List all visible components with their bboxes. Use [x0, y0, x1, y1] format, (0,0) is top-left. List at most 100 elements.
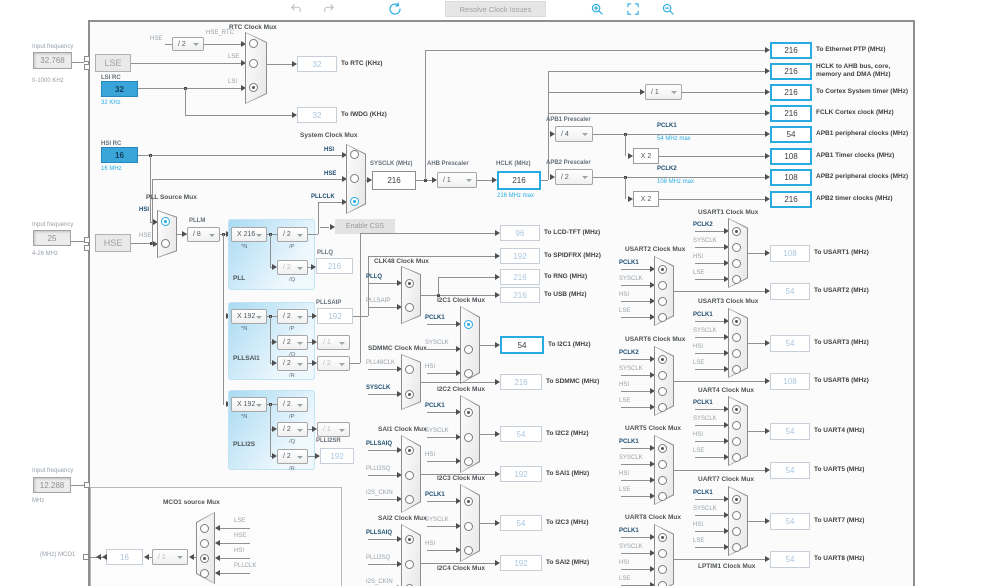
pllsai-n-multiplier-dropdown[interactable]: X 192: [231, 309, 267, 324]
i2s-input-frequency-field[interactable]: 12.288: [33, 477, 71, 493]
usart2-radio-lse[interactable]: [658, 313, 667, 322]
lse-input-frequency-field[interactable]: 32.768: [33, 52, 72, 69]
uart4-radio-lse[interactable]: [732, 453, 741, 462]
plli2s-p-divider-dropdown[interactable]: / 2: [277, 397, 308, 412]
pll-source-radio-hse[interactable]: [161, 239, 170, 248]
uart5-radio-hsi[interactable]: [658, 476, 667, 485]
usart6-radio-pclk2[interactable]: [658, 355, 667, 364]
uart7-radio-lse[interactable]: [732, 543, 741, 552]
pll-source-radio-hsi[interactable]: [161, 217, 170, 226]
i2c3-radio-hsi[interactable]: [464, 546, 473, 555]
pllsai-q-divider-dropdown[interactable]: / 2: [277, 335, 308, 350]
system-radio-hsi[interactable]: [350, 150, 359, 159]
i2c1-radio-hsi[interactable]: [464, 369, 473, 378]
uart5-radio-pclk1[interactable]: [658, 444, 667, 453]
sai2-radio-pllsaiq[interactable]: [405, 535, 414, 544]
undo-icon[interactable]: [289, 3, 303, 15]
uart8-radio-hsi[interactable]: [658, 565, 667, 574]
fit-screen-icon[interactable]: [627, 3, 640, 16]
pll-n-multiplier-dropdown[interactable]: X 216: [231, 227, 267, 242]
uart8-radio-sysclk[interactable]: [658, 549, 667, 558]
i2c2-radio-pclk1[interactable]: [464, 408, 473, 417]
pllsai-r2-divider-dropdown[interactable]: / 2: [317, 356, 350, 371]
output-value-box[interactable]: 216: [770, 42, 812, 59]
i2c2-radio-sysclk[interactable]: [464, 433, 473, 442]
system-radio-pllclk[interactable]: [350, 197, 359, 206]
output-value-box[interactable]: 216: [770, 84, 812, 101]
usart1-radio-pclk2[interactable]: [732, 227, 741, 236]
usart3-radio-pclk1[interactable]: [732, 317, 741, 326]
plli2s-q2-divider-dropdown[interactable]: / 1: [317, 422, 350, 437]
output-value-box[interactable]: 216: [770, 105, 812, 122]
pll-p-divider-dropdown[interactable]: / 2: [277, 227, 308, 242]
usart3-radio-lse[interactable]: [732, 365, 741, 374]
refresh-icon[interactable]: [388, 2, 402, 16]
rtc-mux-radio-hse[interactable]: [249, 39, 258, 48]
usart6-radio-hsi[interactable]: [658, 387, 667, 396]
mco1-radio-hse[interactable]: [200, 539, 209, 548]
usart6-radio-lse[interactable]: [658, 403, 667, 412]
usart2-radio-pclk1[interactable]: [658, 265, 667, 274]
pll-q-divider-dropdown[interactable]: / 2: [277, 260, 308, 275]
hse-input-frequency-field[interactable]: 25: [33, 230, 71, 246]
i2c3-radio-sysclk[interactable]: [464, 522, 473, 531]
output-value-box[interactable]: 216: [770, 191, 812, 208]
sysclk-value-box[interactable]: 216: [372, 171, 416, 190]
ahb-prescaler-dropdown[interactable]: / 1: [437, 172, 477, 188]
usart1-radio-lse[interactable]: [732, 275, 741, 284]
uart4-radio-pclk1[interactable]: [732, 405, 741, 414]
uart8-radio-lse[interactable]: [658, 581, 667, 586]
usart1-radio-sysclk[interactable]: [732, 243, 741, 252]
pllsai-r-divider-dropdown[interactable]: / 2: [277, 356, 308, 371]
output-value-box[interactable]: 54: [770, 126, 812, 143]
uart5-radio-lse[interactable]: [658, 492, 667, 501]
usart1-radio-hsi[interactable]: [732, 259, 741, 268]
sai2-radio-plli2sq[interactable]: [405, 560, 414, 569]
pllsai-q2-divider-dropdown[interactable]: / 1: [317, 335, 350, 350]
resolve-clock-issues-button[interactable]: Resolve Clock Issues: [445, 1, 546, 17]
zoom-in-icon[interactable]: [591, 3, 604, 16]
rtc-mux-radio-lsi[interactable]: [249, 83, 258, 92]
output-value-box[interactable]: 108: [770, 148, 812, 165]
apb2-prescaler-dropdown[interactable]: / 2: [555, 169, 593, 185]
sdmmc-radio-sysclk[interactable]: [405, 390, 414, 399]
output-value-box[interactable]: 216: [770, 63, 812, 80]
apb1-prescaler-dropdown[interactable]: / 4: [555, 126, 593, 142]
clk48-radio-pllsaip[interactable]: [405, 303, 414, 312]
plli2s-q-divider-dropdown[interactable]: / 2: [277, 422, 308, 437]
clk48-radio-pllq[interactable]: [405, 279, 414, 288]
output-value-box[interactable]: 108: [770, 169, 812, 186]
uart7-radio-pclk1[interactable]: [732, 495, 741, 504]
redo-icon[interactable]: [322, 3, 336, 15]
plli2s-n-multiplier-dropdown[interactable]: X 192: [231, 397, 267, 412]
rtc-hse-divider-dropdown[interactable]: / 2: [172, 37, 204, 51]
mco1-radio-hsi[interactable]: [200, 554, 209, 563]
sai1-radio-pllsaiq[interactable]: [405, 446, 414, 455]
usart2-radio-hsi[interactable]: [658, 297, 667, 306]
uart4-radio-sysclk[interactable]: [732, 421, 741, 430]
rtc-mux-radio-lse[interactable]: [249, 59, 258, 68]
zoom-out-icon[interactable]: [662, 3, 675, 16]
hclk-value-box[interactable]: 216: [497, 171, 541, 190]
i2c3-radio-pclk1[interactable]: [464, 497, 473, 506]
mco1-radio-lse[interactable]: [200, 524, 209, 533]
pllsai-p-divider-dropdown[interactable]: / 2: [277, 309, 308, 324]
lsi-rc-value-box[interactable]: 32: [101, 81, 138, 97]
pllm-divider-dropdown[interactable]: / 8: [187, 227, 220, 242]
usart3-radio-hsi[interactable]: [732, 349, 741, 358]
system-radio-hse[interactable]: [350, 174, 359, 183]
sai1-radio-i2s_ckin[interactable]: [405, 495, 414, 504]
usart2-radio-sysclk[interactable]: [658, 281, 667, 290]
cortex-timer-divider-dropdown[interactable]: / 1: [645, 84, 682, 100]
i2c2-radio-hsi[interactable]: [464, 457, 473, 466]
uart7-radio-sysclk[interactable]: [732, 511, 741, 520]
i2c1-radio-sysclk[interactable]: [464, 345, 473, 354]
i2c1-output-value-box[interactable]: 54: [500, 336, 544, 354]
sdmmc-radio-pll48clk[interactable]: [405, 365, 414, 374]
hsi-rc-value-box[interactable]: 16: [101, 147, 138, 163]
mco1-divider-dropdown[interactable]: / 1: [152, 549, 188, 565]
plli2s-r-divider-dropdown[interactable]: / 2: [277, 449, 308, 464]
uart7-radio-hsi[interactable]: [732, 527, 741, 536]
uart8-radio-pclk1[interactable]: [658, 533, 667, 542]
mco1-radio-pllclk[interactable]: [200, 569, 209, 578]
